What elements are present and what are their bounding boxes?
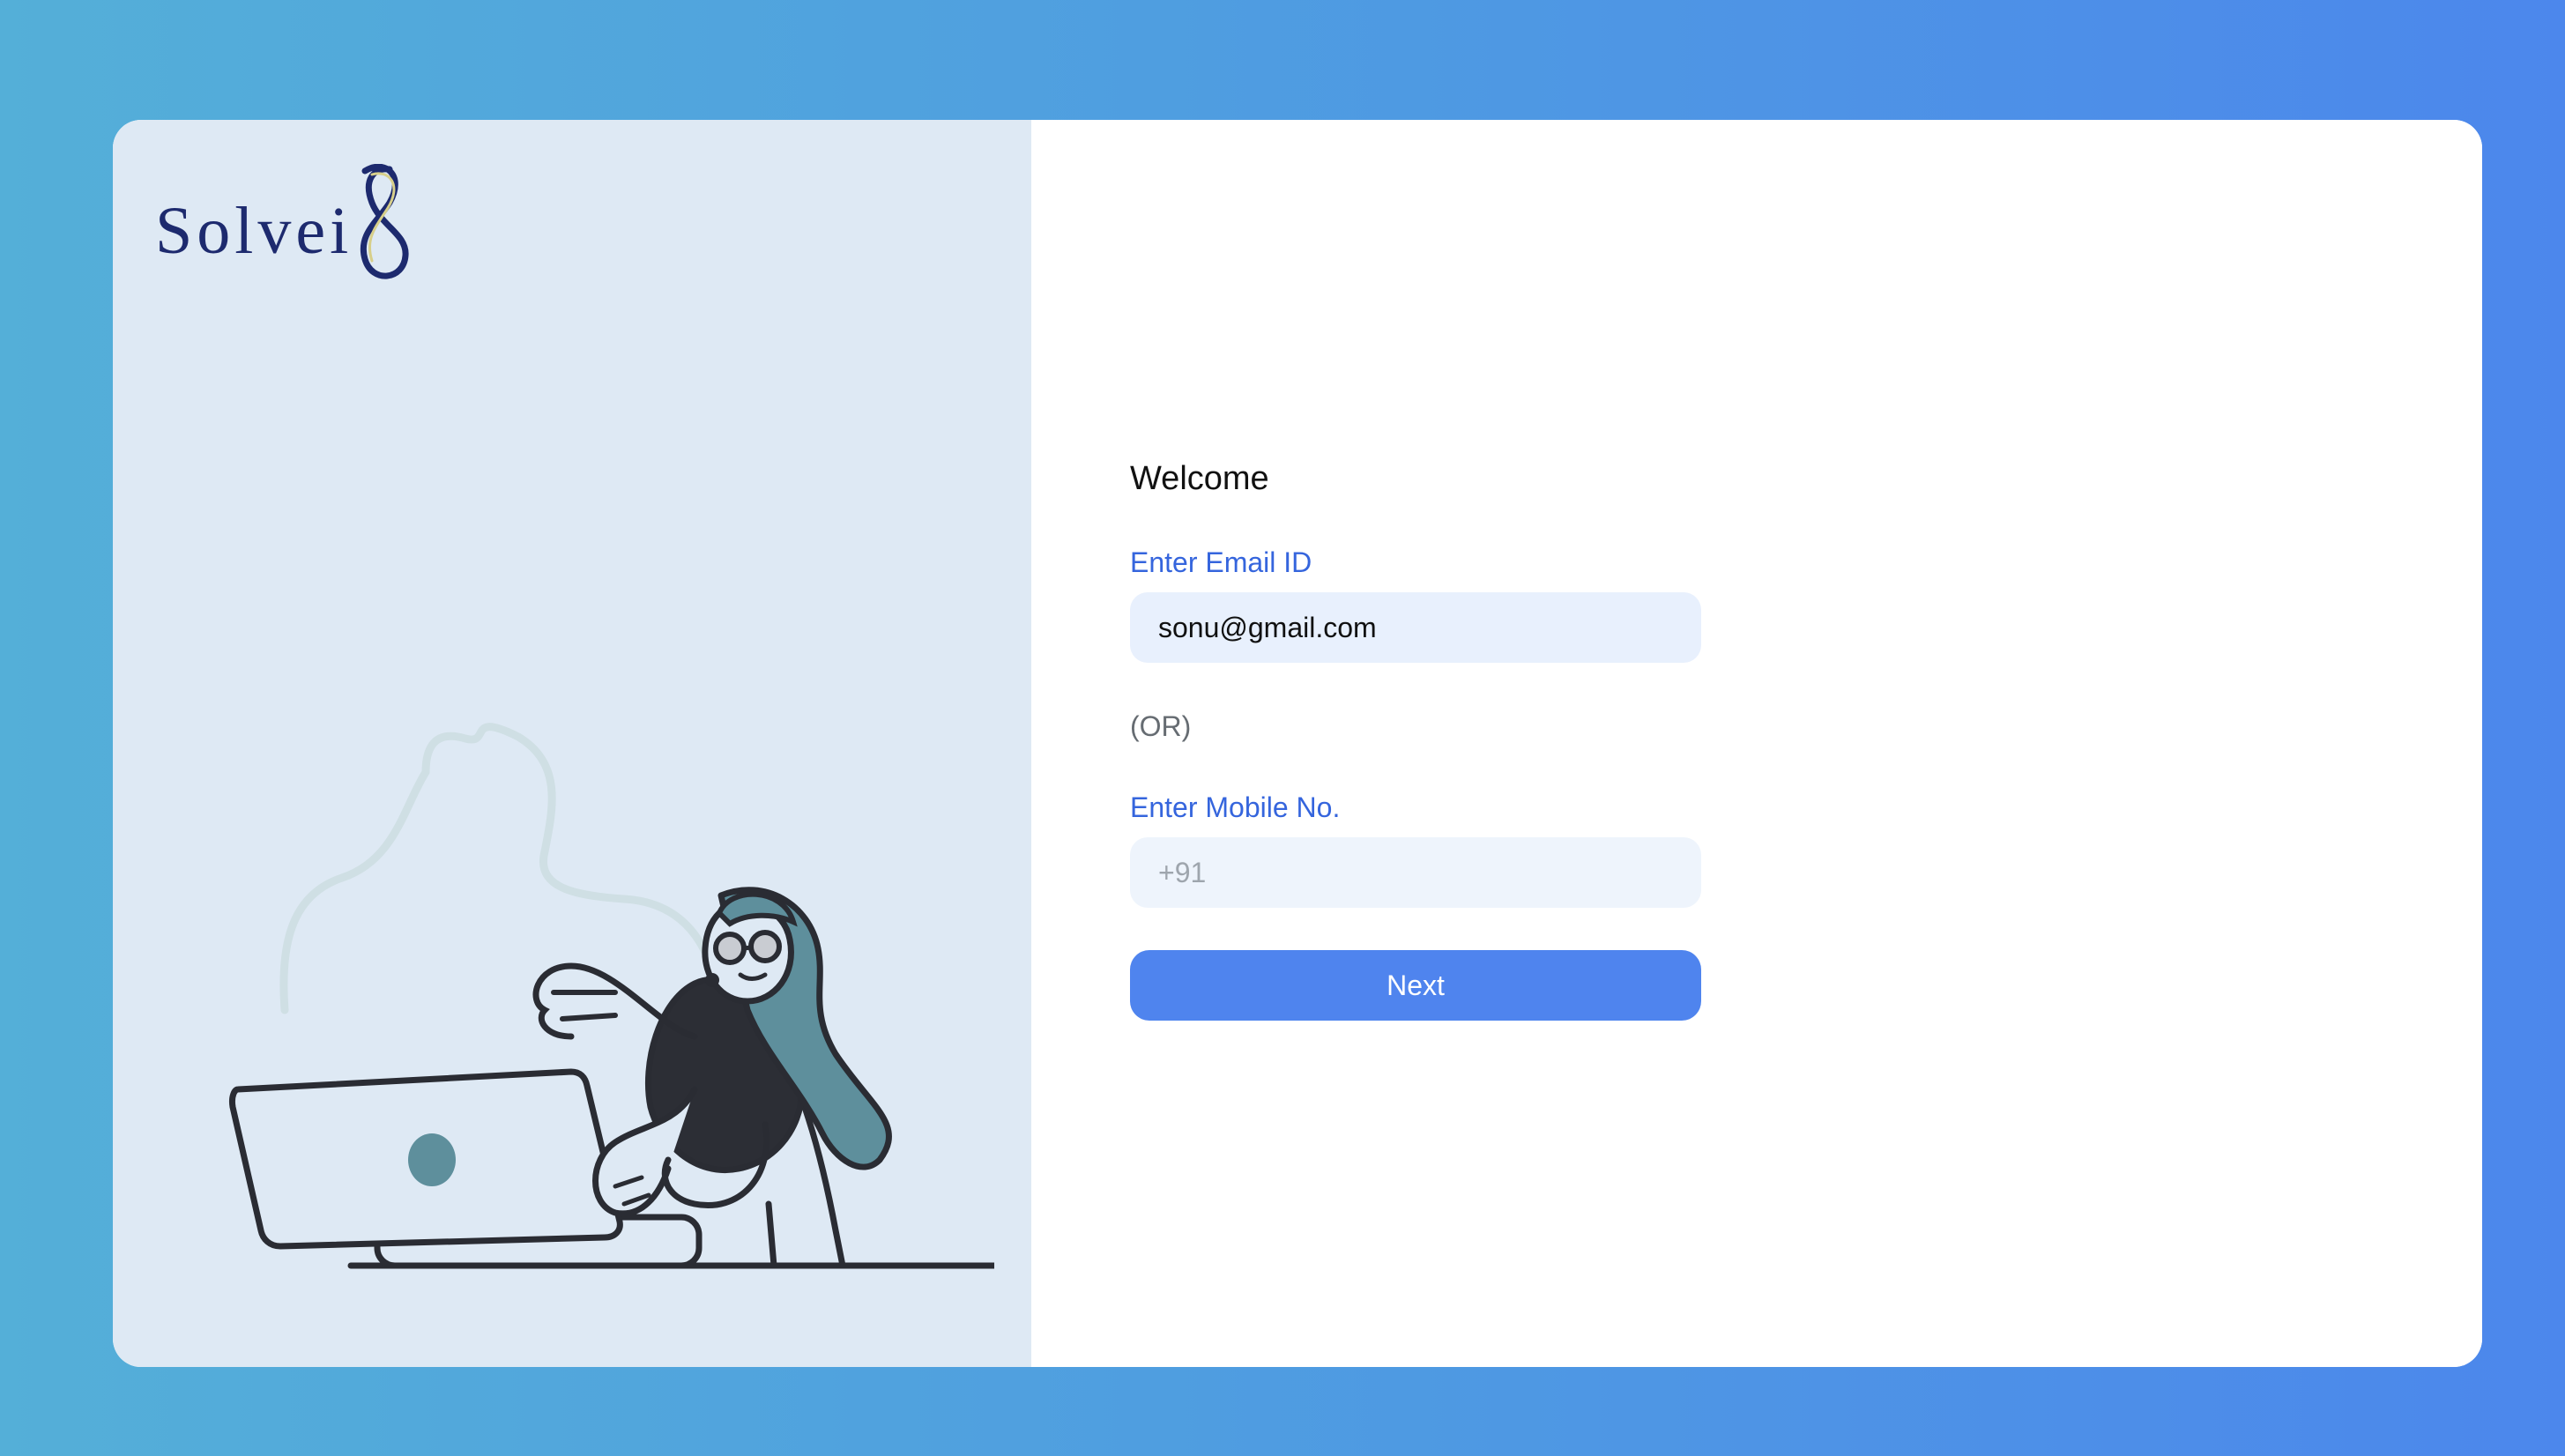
or-separator: (OR): [1130, 710, 1192, 742]
welcome-heading: Welcome: [1130, 460, 1269, 497]
login-panel: Welcome Enter Email ID (OR) Enter Mobile…: [1031, 120, 2482, 1367]
email-label: Enter Email ID: [1130, 546, 1312, 578]
solvei-logo: Solvei: [155, 164, 420, 287]
email-input[interactable]: [1130, 592, 1701, 663]
logo-text: Solvei: [155, 194, 353, 268]
person-working-on-laptop-illustration-icon: [229, 723, 994, 1269]
mobile-input[interactable]: [1130, 837, 1701, 908]
infinity-8-mark-icon: [360, 164, 409, 279]
login-form: Welcome Enter Email ID (OR) Enter Mobile…: [1130, 462, 1701, 1021]
login-card: Solvei Welcome Enter Email ID sonu@gmail…: [113, 120, 2482, 1367]
illustration-panel: Solvei: [113, 120, 1031, 1367]
next-button[interactable]: Next: [1130, 950, 1701, 1021]
mobile-label: Enter Mobile No.: [1130, 791, 1341, 823]
